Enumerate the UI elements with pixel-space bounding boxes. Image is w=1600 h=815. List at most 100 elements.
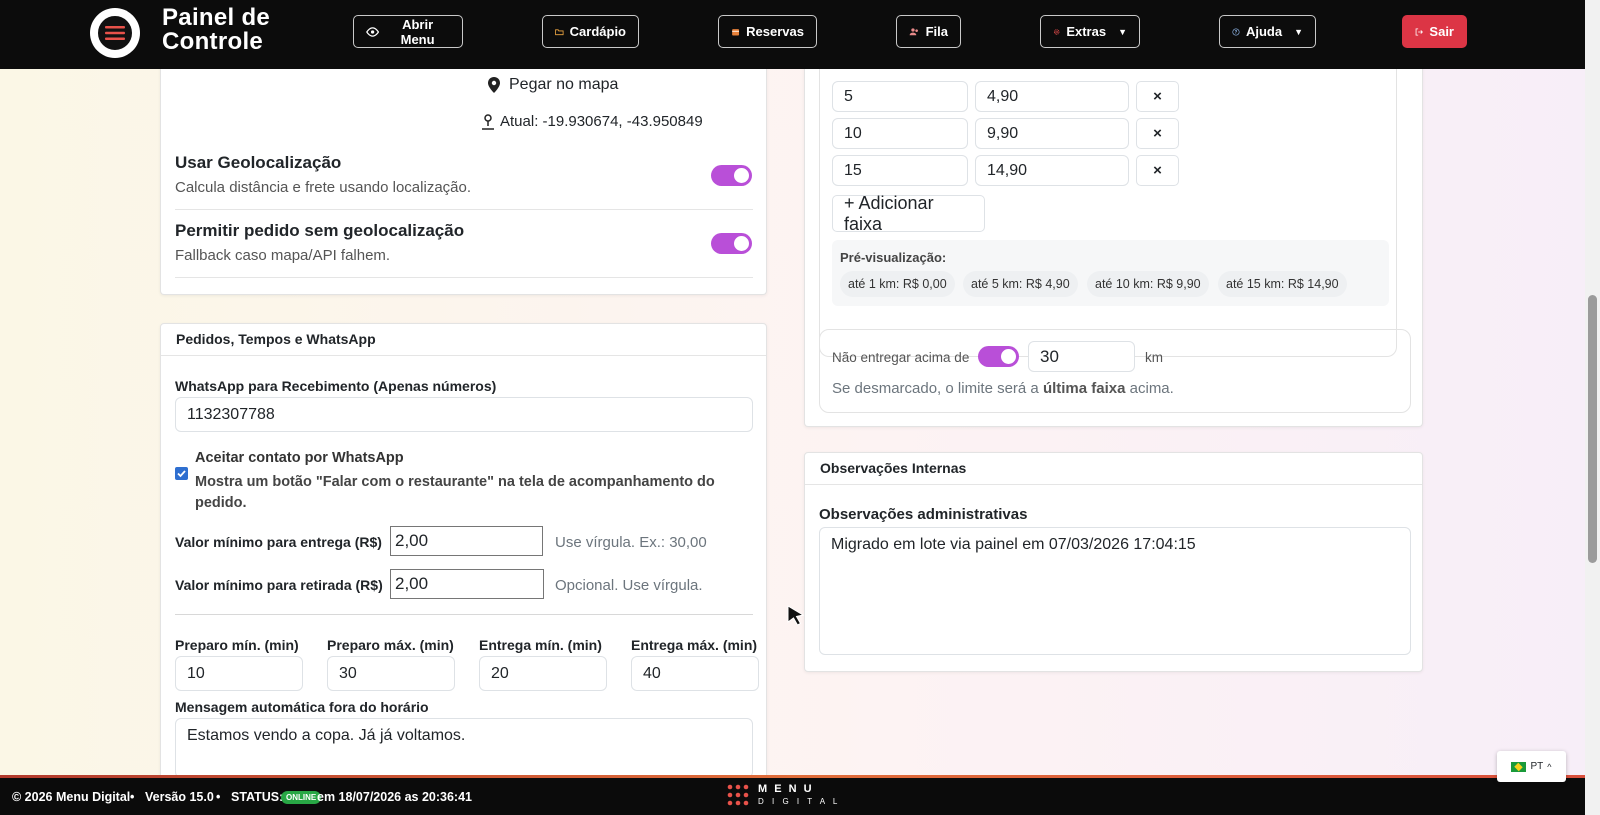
caret-down-icon: ▼ [1294, 26, 1303, 37]
delivery-min-input[interactable]: 20 [479, 656, 607, 691]
footer-version: Versão 15.0 [145, 790, 214, 804]
users-icon [909, 27, 918, 35]
brand-title: Painel de Controle [162, 4, 271, 55]
remove-range-button[interactable]: × [1136, 155, 1179, 186]
hint-text: acima. [1129, 380, 1174, 397]
delivery-ranges-card: 5 4,90 × 10 9,90 × 15 14,90 × + Adiciona… [804, 29, 1423, 427]
range-km-input[interactable]: 5 [832, 81, 968, 112]
footer-bar: © 2026 Menu Digital • Versão 15.0 • STAT… [0, 778, 1585, 815]
remove-range-button[interactable]: × [1136, 81, 1179, 112]
footer-copyright: © 2026 Menu Digital [12, 790, 131, 804]
pick-on-map-button[interactable]: Pegar no mapa [487, 76, 618, 94]
reservations-button[interactable]: Reservas [718, 15, 817, 48]
delivery-min-label: Entrega mín. (min) [479, 637, 602, 653]
preview-chip: até 1 km: R$ 0,00 [840, 271, 955, 297]
preview-chip: até 5 km: R$ 4,90 [963, 271, 1078, 297]
reservations-label: Reservas [746, 24, 804, 39]
internal-notes-card: Observações Internas Observações adminis… [804, 452, 1423, 672]
range-price-input[interactable]: 9,90 [975, 118, 1129, 149]
admin-notes-textarea[interactable]: Migrado em lote via painel em 07/03/2026… [819, 527, 1411, 655]
help-dropdown-button[interactable]: ? Ajuda ▼ [1219, 15, 1316, 48]
top-navbar: Painel de Controle Abrir Menu Cardápio R… [0, 0, 1585, 69]
min-delivery-hint: Use vírgula. Ex.: 30,00 [555, 534, 707, 551]
geo-toggle-description: Calcula distância e frete usando localiz… [175, 179, 472, 196]
distance-limit-unit: km [1145, 350, 1163, 365]
menu-catalog-button[interactable]: Cardápio [542, 15, 639, 48]
map-pin-icon [488, 77, 500, 93]
open-menu-label: Abrir Menu [400, 16, 435, 47]
range-km-input[interactable]: 15 [832, 155, 968, 186]
logout-icon [1415, 27, 1423, 36]
footer-separator: • [216, 790, 221, 804]
extras-label: Extras [1066, 24, 1107, 39]
queue-button[interactable]: Fila [896, 15, 961, 48]
open-menu-button[interactable]: Abrir Menu [353, 15, 463, 48]
language-code: PT [1530, 761, 1544, 772]
menu-digital-logo-icon [727, 784, 749, 806]
brazil-flag-icon [1511, 761, 1527, 772]
logout-label: Sair [1429, 24, 1454, 39]
auto-message-textarea[interactable]: Estamos vendo a copa. Já já voltamos. [175, 718, 753, 778]
language-selector[interactable]: PT ^ [1497, 751, 1566, 782]
preview-box: Pré-visualização: até 1 km: R$ 0,00 até … [832, 240, 1389, 306]
gear-icon [1053, 28, 1060, 35]
chevron-up-icon: ^ [1547, 761, 1552, 772]
distance-limit-input[interactable]: 30 [1028, 341, 1135, 372]
prep-max-input[interactable]: 30 [327, 656, 455, 691]
min-pickup-input[interactable]: 2,00 [390, 569, 544, 599]
whatsapp-input[interactable]: 1132307788 [175, 397, 753, 432]
delivery-max-input[interactable]: 40 [631, 656, 759, 691]
min-delivery-label: Valor mínimo para entrega (R$) [175, 534, 382, 550]
checkbox-checked-icon [175, 467, 188, 480]
no-geo-toggle-switch[interactable] [711, 233, 752, 254]
prep-min-label: Preparo mín. (min) [175, 637, 299, 653]
accept-whatsapp-title: Aceitar contato por WhatsApp [195, 450, 404, 466]
menu-catalog-label: Cardápio [569, 24, 626, 39]
add-range-button[interactable]: + Adicionar faixa [832, 193, 985, 234]
footer-status-label: STATUS: [231, 790, 284, 804]
range-price-input[interactable]: 4,90 [975, 81, 1129, 112]
location-settings-card: Pegar no mapa Atual: -19.930674, -43.950… [160, 40, 767, 295]
divider [175, 209, 753, 210]
pick-on-map-label: Pegar no mapa [509, 76, 619, 93]
calendar-icon [732, 28, 740, 35]
remove-range-button[interactable]: × [1136, 118, 1179, 149]
geo-toggle-switch[interactable] [711, 165, 752, 186]
range-km-input[interactable]: 10 [832, 118, 968, 149]
prep-max-label: Preparo máx. (min) [327, 637, 454, 653]
svg-text:?: ? [1235, 29, 1238, 35]
accept-whatsapp-checkbox[interactable] [175, 451, 191, 480]
current-coordinates-text: Atual: -19.930674, -43.950849 [500, 113, 703, 130]
distance-limit-hint: Se desmarcado, o limite será a última fa… [832, 380, 1174, 397]
range-price-input[interactable]: 14,90 [975, 155, 1129, 186]
orders-card-header: Pedidos, Tempos e WhatsApp [161, 324, 766, 356]
min-delivery-input[interactable]: 2,00 [390, 526, 543, 556]
question-circle-icon: ? [1232, 27, 1240, 35]
current-coordinates: Atual: -19.930674, -43.950849 [481, 113, 703, 130]
footer-status-time: em 18/07/2026 as 20:36:41 [317, 790, 472, 804]
preview-chip: até 10 km: R$ 9,90 [1087, 271, 1209, 297]
distance-limit-toggle[interactable] [978, 346, 1019, 367]
location-person-icon [482, 113, 494, 130]
ranges-panel: 5 4,90 × 10 9,90 × 15 14,90 × + Adiciona… [819, 29, 1397, 357]
logout-button[interactable]: Sair [1402, 15, 1467, 48]
footer-separator: • [130, 790, 135, 804]
geo-toggle-title: Usar Geolocalização [175, 153, 342, 172]
mouse-cursor-icon [787, 605, 805, 626]
menu-lines-icon [105, 26, 125, 40]
distance-limit-label: Não entregar acima de [832, 350, 970, 365]
brand-logo[interactable] [90, 8, 140, 58]
prep-min-input[interactable]: 10 [175, 656, 303, 691]
divider [175, 277, 753, 278]
caret-down-icon: ▼ [1118, 26, 1127, 37]
scrollbar-thumb[interactable] [1588, 295, 1597, 563]
status-online-badge: ONLINE [281, 791, 322, 804]
preview-chip: até 15 km: R$ 14,90 [1218, 271, 1347, 297]
hint-bold-text: última faixa [1042, 380, 1126, 397]
footer-logo-top: M E N U [758, 783, 814, 795]
queue-label: Fila [925, 24, 948, 39]
admin-notes-label: Observações administrativas [819, 506, 1028, 523]
min-pickup-hint: Opcional. Use vírgula. [555, 577, 703, 594]
no-geo-toggle-description: Fallback caso mapa/API falhem. [175, 247, 391, 264]
extras-dropdown-button[interactable]: Extras ▼ [1040, 15, 1140, 48]
